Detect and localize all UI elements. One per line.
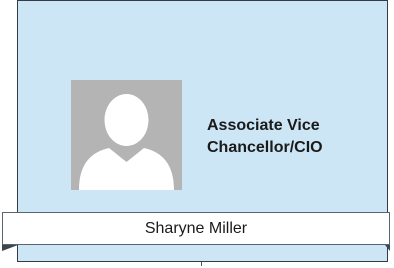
org-chart-stage: Associate Vice Chancellor/CIO Sharyne Mi…: [0, 0, 394, 268]
person-placeholder-icon: [71, 80, 182, 190]
name-banner: Sharyne Miller: [2, 212, 390, 245]
connector-tick: [201, 262, 202, 266]
banner-fold-left: [2, 245, 18, 251]
job-title: Associate Vice Chancellor/CIO: [207, 117, 323, 156]
banner-fold-right: [385, 245, 390, 251]
